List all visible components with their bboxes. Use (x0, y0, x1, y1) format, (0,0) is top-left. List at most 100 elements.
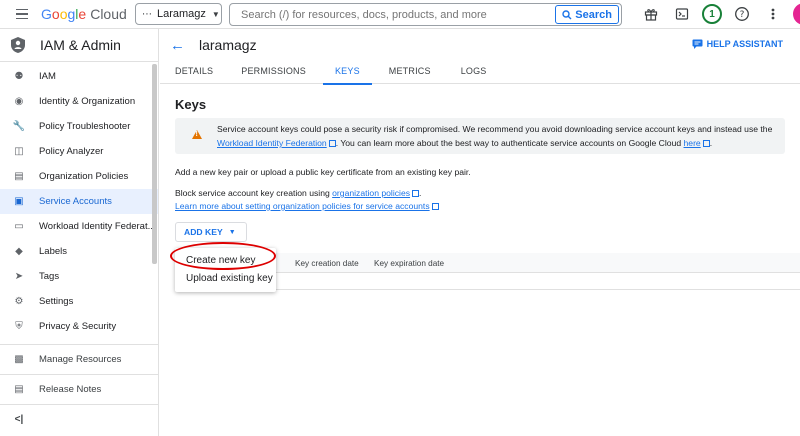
sidebar-item-policy-troubleshooter[interactable]: 🔧 Policy Troubleshooter (0, 114, 158, 139)
learn-more-link[interactable]: Learn more about setting organization po… (175, 201, 430, 211)
add-key-button[interactable]: ADD KEY ▼ (175, 222, 247, 242)
block-key-text: Block service account key creation using… (175, 188, 421, 198)
sidebar-item-label: Settings (39, 296, 74, 307)
sidebar-item-labels[interactable]: ◆ Labels (0, 239, 158, 264)
svg-text:?: ? (740, 10, 745, 20)
tag-icon: ➤ (14, 271, 24, 282)
google-cloud-logo[interactable]: Google Cloud (41, 6, 139, 22)
more-vert-icon[interactable] (762, 3, 784, 25)
shield-icon: ⛨ (15, 321, 23, 332)
warning-text-mid: . You can learn more about the best way … (335, 138, 684, 148)
sidebar-item-manage-resources[interactable]: ▩ Manage Resources (0, 345, 158, 374)
tab-permissions[interactable]: PERMISSIONS (241, 61, 306, 84)
sidebar-item-label: Workload Identity Federat... (39, 221, 156, 232)
search-icon (562, 9, 572, 19)
menu-item-upload-existing-key[interactable]: Upload existing key (175, 269, 276, 287)
menu-item-create-new-key[interactable]: Create new key (175, 251, 276, 269)
top-icons: 1 ? R (640, 3, 800, 25)
block-text: Block service account key creation using (175, 188, 333, 198)
sidebar-nav: ⚉ IAM ◉ Identity & Organization 🔧 Policy Tr… (0, 62, 158, 339)
notes-icon: ▤ (14, 384, 24, 395)
tab-keys[interactable]: KEYS (323, 61, 372, 85)
sidebar-header: IAM & Admin (0, 29, 158, 62)
sidebar-item-privacy-security[interactable]: ⛨ Privacy & Security (0, 314, 158, 339)
tab-metrics[interactable]: METRICS (389, 61, 431, 84)
external-link-icon (702, 140, 710, 148)
notification-badge[interactable]: 1 (702, 4, 722, 24)
add-key-info: Add a new key pair or upload a public ke… (175, 167, 471, 177)
tab-logs[interactable]: LOGS (461, 61, 487, 84)
sidebar-scrollbar[interactable] (152, 64, 157, 264)
sidebar-item-label: Identity & Organization (39, 96, 136, 107)
sidebar-title: IAM & Admin (40, 37, 121, 53)
tab-bar: DETAILS PERMISSIONS KEYS METRICS LOGS (160, 61, 800, 85)
person-add-icon: ⚉ (14, 71, 24, 82)
sidebar-item-label: Release Notes (39, 384, 102, 395)
list-box-icon: ▤ (14, 171, 24, 182)
sidebar-item-release-notes[interactable]: ▤ Release Notes (0, 375, 158, 404)
sidebar-item-label: Privacy & Security (39, 321, 117, 332)
sidebar-item-tags[interactable]: ➤ Tags (0, 264, 158, 289)
project-name: Laramagz (157, 8, 206, 20)
search-input[interactable] (230, 4, 556, 25)
sidebar: IAM & Admin ⚉ IAM ◉ Identity & Organizatio… (0, 29, 159, 436)
sidebar-item-label: Policy Analyzer (39, 146, 104, 157)
organization-policies-link[interactable]: organization policies (332, 188, 410, 198)
back-arrow-icon[interactable]: ← (170, 37, 185, 54)
sidebar-item-organization-policies[interactable]: ▤ Organization Policies (0, 164, 158, 189)
add-key-label: ADD KEY (184, 227, 223, 237)
service-account-icon: ▣ (14, 196, 24, 207)
add-key-menu: Create new key Upload existing key (175, 248, 276, 292)
wrench-icon: 🔧 (12, 121, 26, 132)
avatar[interactable]: R (793, 3, 800, 25)
external-link-icon (412, 190, 420, 198)
external-link-icon (431, 203, 439, 211)
label-icon: ◆ (15, 246, 23, 257)
sidebar-item-label: IAM (39, 71, 56, 82)
learn-more-text: Learn more about setting organization po… (175, 201, 439, 211)
warning-text-line2: Workload Identity Federation . You can le… (217, 138, 712, 148)
warning-icon (192, 130, 202, 139)
search-button[interactable]: Search (555, 5, 619, 24)
page-title: laramagz (199, 37, 257, 53)
search-button-label: Search (575, 8, 612, 21)
sidebar-item-settings[interactable]: ⚙ Settings (0, 289, 158, 314)
warning-text-end: . (709, 138, 713, 148)
sidebar-item-service-accounts[interactable]: ▣ Service Accounts (0, 189, 158, 214)
main-content: ← laramagz HELP ASSISTANT DETAILS PERMIS… (160, 29, 800, 436)
sidebar-item-identity-organization[interactable]: ◉ Identity & Organization (0, 89, 158, 114)
logo-cloud: Cloud (90, 6, 127, 22)
project-picker[interactable]: ⋯ Laramagz ▼ (135, 3, 222, 25)
sidebar-item-label: Organization Policies (39, 171, 129, 182)
folder-icon: ▩ (14, 354, 24, 365)
tab-details[interactable]: DETAILS (175, 61, 213, 84)
search-box: Search (229, 3, 622, 26)
column-header: Key expiration date (374, 259, 445, 268)
help-assistant-button[interactable]: HELP ASSISTANT (692, 39, 783, 49)
sidebar-item-label: Tags (39, 271, 60, 282)
help-icon[interactable]: ? (731, 3, 753, 25)
chat-icon (692, 39, 703, 49)
account-circle-icon: ◉ (14, 96, 24, 107)
gift-icon[interactable] (640, 3, 662, 25)
here-link[interactable]: here (684, 138, 701, 148)
sidebar-item-iam[interactable]: ⚉ IAM (0, 64, 158, 89)
sidebar-item-workload-identity[interactable]: ▭ Workload Identity Federat... (0, 214, 158, 239)
block-end: . (419, 188, 422, 198)
sidebar-item-label: Policy Troubleshooter (39, 121, 131, 132)
terminal-icon[interactable] (671, 3, 693, 25)
collapse-sidebar-button[interactable]: <| (0, 405, 158, 434)
menu-icon[interactable] (11, 3, 33, 25)
gear-icon: ⚙ (14, 296, 24, 307)
warning-banner: Service account keys could pose a securi… (175, 118, 785, 154)
shield-icon (10, 36, 26, 54)
warning-text-line1: Service account keys could pose a securi… (217, 124, 773, 134)
document-search-icon: ◫ (14, 146, 24, 157)
project-icon: ⋯ (142, 8, 152, 20)
id-card-icon: ▭ (14, 221, 24, 232)
caret-down-icon: ▼ (211, 9, 220, 19)
workload-identity-link[interactable]: Workload Identity Federation (217, 138, 327, 148)
sidebar-item-label: Labels (39, 246, 67, 257)
top-bar: Google Cloud ⋯ Laramagz ▼ Search 1 ? R (0, 0, 800, 29)
sidebar-item-policy-analyzer[interactable]: ◫ Policy Analyzer (0, 139, 158, 164)
